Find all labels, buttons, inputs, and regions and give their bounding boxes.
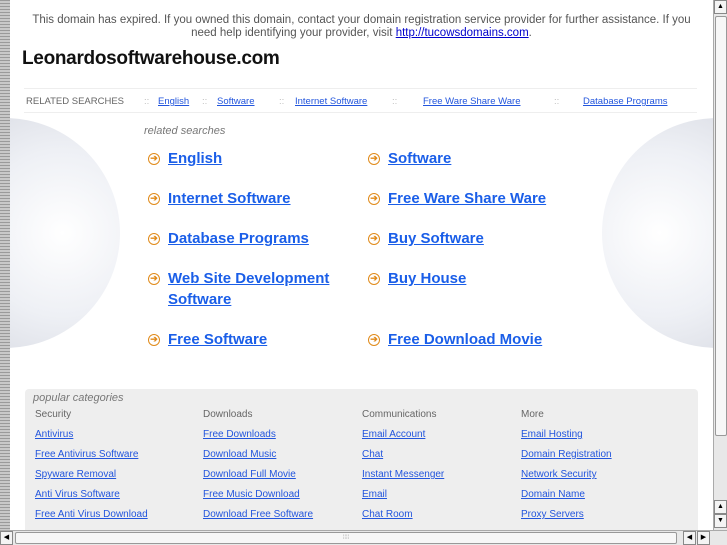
left-gutter <box>0 0 10 530</box>
related-link[interactable]: English <box>168 148 348 169</box>
scroll-up-icon[interactable]: ▲ <box>714 500 727 514</box>
category-link[interactable]: Email <box>362 489 444 509</box>
decorative-circle-left <box>10 118 120 348</box>
separator: :: <box>144 96 150 107</box>
arrow-circle-icon: ➔ <box>368 273 380 285</box>
horizontal-scroll-thumb[interactable]: ⁞⁞⁞⁞ <box>15 532 677 544</box>
category-link[interactable]: Proxy Servers <box>521 509 612 529</box>
arrow-circle-icon: ➔ <box>368 233 380 245</box>
arrow-circle-icon: ➔ <box>148 233 160 245</box>
category-link[interactable]: Free Antivirus Software <box>35 449 148 469</box>
category-column: Downloads Free Downloads Download Music … <box>203 409 313 529</box>
decorative-circle-right <box>602 118 713 348</box>
related-link-item: ➔ Web Site Development Software <box>148 268 338 310</box>
related-link[interactable]: Internet Software <box>168 188 348 209</box>
related-link-item: ➔ Internet Software <box>148 188 348 209</box>
category-link[interactable]: Domain Registration <box>521 449 612 469</box>
category-heading: Security <box>35 409 72 420</box>
related-link[interactable]: Buy House <box>388 268 568 289</box>
related-link[interactable]: Software <box>388 148 568 169</box>
related-bar-link[interactable]: Software <box>217 96 255 107</box>
related-link-item: ➔ Buy House <box>368 268 568 289</box>
arrow-circle-icon: ➔ <box>148 334 160 346</box>
related-bar-link[interactable]: Internet Software <box>295 96 367 107</box>
category-link[interactable]: Spyware Removal <box>35 469 148 489</box>
category-link[interactable]: Anti Virus Software <box>35 489 148 509</box>
scroll-down-icon[interactable]: ▼ <box>714 514 727 528</box>
arrow-circle-icon: ➔ <box>368 334 380 346</box>
category-column: Security Antivirus Free Antivirus Softwa… <box>35 409 148 529</box>
scroll-up-icon[interactable]: ▲ <box>714 0 727 14</box>
arrow-circle-icon: ➔ <box>148 153 160 165</box>
related-bar-link[interactable]: Database Programs <box>583 96 667 107</box>
category-link[interactable]: Email Hosting <box>521 429 612 449</box>
related-bar-link[interactable]: Free Ware Share Ware <box>423 96 521 107</box>
scroll-right-icon[interactable]: ▶ <box>697 531 710 545</box>
notice-end: . <box>528 27 532 39</box>
category-heading: More <box>521 409 544 420</box>
related-bar-label: RELATED SEARCHES <box>26 96 125 107</box>
category-heading: Downloads <box>203 409 253 420</box>
vertical-scroll-thumb[interactable] <box>715 16 727 436</box>
related-link[interactable]: Web Site Development Software <box>168 268 338 310</box>
related-link-item: ➔ Free Software <box>148 329 348 350</box>
category-link[interactable]: Free Downloads <box>203 429 313 449</box>
scroll-left-icon[interactable]: ◀ <box>0 531 13 545</box>
site-title: Leonardosoftwarehouse.com <box>22 48 280 69</box>
separator: :: <box>554 96 560 107</box>
category-column: More Email Hosting Domain Registration N… <box>521 409 612 529</box>
related-link[interactable]: Buy Software <box>388 228 568 249</box>
related-link[interactable]: Free Ware Share Ware <box>388 188 588 209</box>
category-link[interactable]: Chat <box>362 449 444 469</box>
popular-categories-label: popular categories <box>33 392 124 404</box>
related-link-item: ➔ Database Programs <box>148 228 348 249</box>
category-column: Communications Email Account Chat Instan… <box>362 409 444 529</box>
related-link-item: ➔ Buy Software <box>368 228 568 249</box>
category-link[interactable]: Instant Messenger <box>362 469 444 489</box>
related-link[interactable]: Free Download Movie <box>388 329 568 350</box>
separator: :: <box>202 96 208 107</box>
horizontal-scrollbar[interactable]: ◀ ⁞⁞⁞⁞ ◀ ▶ <box>0 530 727 545</box>
arrow-circle-icon: ➔ <box>148 273 160 285</box>
related-searches-label: related searches <box>144 125 226 137</box>
popular-categories: popular categories Security Antivirus Fr… <box>25 389 698 530</box>
arrow-circle-icon: ➔ <box>368 193 380 205</box>
page: This domain has expired. If you owned th… <box>10 0 713 530</box>
related-link-item: ➔ English <box>148 148 348 169</box>
arrow-circle-icon: ➔ <box>368 153 380 165</box>
category-link[interactable]: Download Free Software <box>203 509 313 529</box>
category-link[interactable]: Free Music Download <box>203 489 313 509</box>
category-heading: Communications <box>362 409 437 420</box>
tucows-link[interactable]: http://tucowsdomains.com <box>396 27 529 39</box>
category-link[interactable]: Chat Room <box>362 509 444 529</box>
related-link[interactable]: Free Software <box>168 329 348 350</box>
vertical-scrollbar[interactable]: ▲ ▲ ▼ <box>713 0 727 530</box>
related-link-item: ➔ Free Ware Share Ware <box>368 188 588 209</box>
arrow-circle-icon: ➔ <box>148 193 160 205</box>
category-link[interactable]: Download Full Movie <box>203 469 313 489</box>
related-link[interactable]: Database Programs <box>168 228 348 249</box>
notice-text: This domain has expired. If you owned th… <box>32 14 691 39</box>
category-link[interactable]: Download Music <box>203 449 313 469</box>
separator: :: <box>392 96 398 107</box>
related-link-item: ➔ Software <box>368 148 568 169</box>
related-link-item: ➔ Free Download Movie <box>368 329 568 350</box>
scroll-left-icon[interactable]: ◀ <box>683 531 696 545</box>
related-bar-link[interactable]: English <box>158 96 189 107</box>
category-link[interactable]: Email Account <box>362 429 444 449</box>
category-link[interactable]: Antivirus <box>35 429 148 449</box>
related-searches-bar: RELATED SEARCHES :: English :: Software … <box>24 88 697 113</box>
expired-notice: This domain has expired. If you owned th… <box>10 0 713 40</box>
category-link[interactable]: Domain Name <box>521 489 612 509</box>
category-link[interactable]: Free Anti Virus Download <box>35 509 148 529</box>
category-link[interactable]: Network Security <box>521 469 612 489</box>
separator: :: <box>279 96 285 107</box>
